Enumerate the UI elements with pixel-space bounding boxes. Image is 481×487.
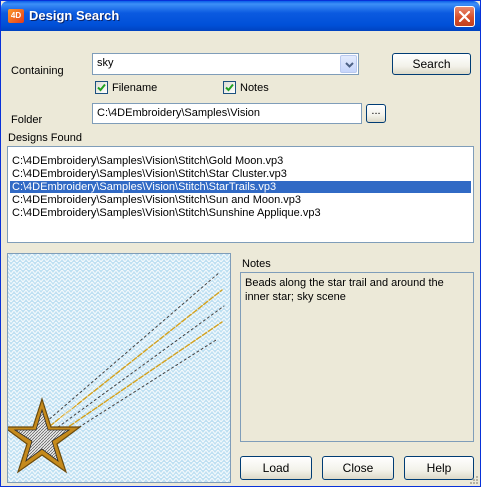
- containing-combobox[interactable]: sky: [92, 53, 359, 75]
- title-bar[interactable]: 4D Design Search: [1, 1, 480, 31]
- notes-checkbox-label[interactable]: Notes: [240, 82, 269, 94]
- app-icon: 4D: [8, 9, 24, 23]
- list-item[interactable]: C:\4DEmbroidery\Samples\Vision\Stitch\Go…: [10, 155, 471, 167]
- load-button[interactable]: Load: [240, 456, 312, 480]
- folder-value: C:\4DEmbroidery\Samples\Vision: [97, 107, 261, 119]
- notes-label: Notes: [242, 258, 271, 270]
- containing-value: sky: [97, 57, 114, 69]
- folder-field[interactable]: C:\4DEmbroidery\Samples\Vision: [92, 103, 362, 124]
- browse-folder-button[interactable]: ...: [366, 104, 386, 123]
- list-item[interactable]: C:\4DEmbroidery\Samples\Vision\Stitch\St…: [10, 168, 471, 180]
- designs-found-label: Designs Found: [8, 132, 82, 144]
- checkmark-icon: [97, 83, 106, 92]
- list-item[interactable]: C:\4DEmbroidery\Samples\Vision\Stitch\Su…: [10, 194, 471, 206]
- checkmark-icon: [225, 83, 234, 92]
- designs-found-list[interactable]: C:\4DEmbroidery\Samples\Vision\Stitch\Go…: [7, 146, 474, 243]
- close-button[interactable]: Close: [322, 456, 394, 480]
- window-title: Design Search: [29, 8, 120, 23]
- containing-dropdown-button[interactable]: [340, 55, 357, 73]
- list-item[interactable]: C:\4DEmbroidery\Samples\Vision\Stitch\Su…: [10, 207, 471, 219]
- notes-checkbox[interactable]: [223, 81, 236, 94]
- search-button[interactable]: Search: [392, 53, 471, 75]
- star-trail-design-image: [8, 254, 230, 482]
- filename-label[interactable]: Filename: [112, 82, 157, 94]
- notes-text: Beads along the star trail and around th…: [245, 277, 444, 303]
- design-preview: [7, 253, 231, 483]
- help-button[interactable]: Help: [404, 456, 474, 480]
- design-search-dialog: 4D Design Search Containing sky Search F…: [0, 0, 481, 487]
- list-item-selected[interactable]: C:\4DEmbroidery\Samples\Vision\Stitch\St…: [10, 181, 471, 193]
- close-window-button[interactable]: [454, 6, 475, 27]
- containing-label: Containing: [11, 65, 64, 77]
- notes-text-area[interactable]: Beads along the star trail and around th…: [240, 272, 474, 442]
- chevron-down-icon: [345, 62, 354, 68]
- folder-label: Folder: [11, 114, 43, 126]
- resize-grip-icon[interactable]: [468, 474, 478, 484]
- filename-checkbox[interactable]: [95, 81, 108, 94]
- close-icon: [459, 11, 470, 22]
